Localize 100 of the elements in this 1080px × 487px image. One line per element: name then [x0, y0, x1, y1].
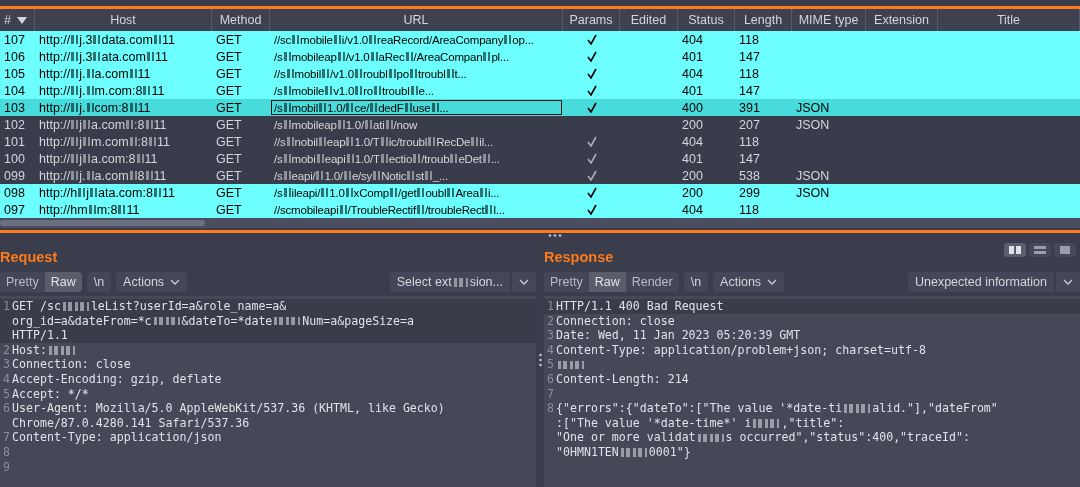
table-row[interactable]: 107 http:// j.3 data.com 11 GET //sc mobile i/v1.0 reaRecord/AreaCompany op... 404 118 [0, 31, 1080, 48]
url-text: op... [512, 33, 534, 46]
code-text: Content-Length: 214 [556, 371, 689, 386]
host-text: ata.com [101, 49, 146, 64]
actions-button[interactable]: Actions [713, 272, 785, 292]
dropdown-caret-button[interactable] [1056, 272, 1080, 292]
table-row[interactable]: 103 http:// j. com:8 11 GET /s mobil 1.0/ ce/ dedF use ... 400 391 JSON [0, 99, 1080, 116]
url-text: /s [274, 84, 283, 97]
redaction-mark [274, 316, 301, 326]
horizontal-scrollbar[interactable] [0, 218, 1080, 228]
host-text: http://h [39, 185, 78, 200]
table-row[interactable]: 105 http:// j. a.com 11 GET //s mobil /v1.0 roubl po troubl t... 404 118 [0, 65, 1080, 82]
column-header[interactable]: Method [212, 9, 270, 31]
redaction-mark [844, 404, 871, 413]
caret-icon [767, 279, 778, 285]
url-text: i/v1.0 [341, 33, 369, 46]
horizontal-drag-handle-icon[interactable] [548, 234, 562, 237]
table-row[interactable]: 097 http://hm m:8 11 GET //scmobileapi /TroubleRectif /troubleRect l... 404 118 [0, 201, 1080, 218]
sort-descending-icon[interactable] [16, 16, 27, 24]
host-text: m:8 [96, 202, 118, 217]
url-text: il... [479, 135, 493, 148]
host-text: 11 [161, 185, 175, 200]
newline-toggle-button[interactable]: \n [86, 272, 112, 292]
redaction-mark [431, 103, 439, 112]
actions-button[interactable]: Actions [116, 272, 188, 292]
table-row[interactable]: 104 http:// j. m.com:8 11 GET /s mobile v1.0 ro troubl e... 401 147 [0, 82, 1080, 99]
message-editor[interactable] [544, 296, 1080, 487]
column-header[interactable]: MIME type [792, 9, 866, 31]
redaction-mark [483, 52, 491, 61]
redaction-mark [504, 35, 512, 44]
message-editor[interactable] [0, 296, 536, 487]
code-text: ,"title": [781, 415, 845, 430]
code-text: 0001"} [648, 444, 691, 459]
redaction-mark [86, 85, 94, 96]
column-header[interactable]: Edited [620, 9, 678, 31]
column-header[interactable]: Host [35, 9, 212, 31]
single-pane-button[interactable] [1054, 243, 1076, 257]
line-number: 5 [546, 357, 555, 372]
redaction-mark [145, 170, 153, 181]
mime-type-cell-text: JSON [795, 184, 831, 201]
redaction-mark [118, 204, 126, 215]
redaction-mark [129, 68, 137, 79]
url-text: ro [363, 84, 373, 97]
split-vertical-button[interactable] [1004, 243, 1026, 257]
host-text: 11 [151, 83, 165, 98]
url-text: ... [490, 152, 500, 165]
url-text: pl... [491, 50, 509, 63]
table-row[interactable]: 106 http:// j.3 ata.com 11 GET /s mobileap /v1.0 aRec /AreaCompan pl... 401 147 [0, 48, 1080, 65]
column-header[interactable]: # [0, 9, 35, 31]
column-header[interactable]: Extension [866, 9, 938, 31]
view-tab[interactable]: Render [625, 272, 679, 292]
url-text: dedF [378, 101, 404, 114]
redaction-mark [78, 187, 86, 198]
code-text: Host: [12, 342, 47, 357]
url-text: RecDe [436, 135, 471, 148]
caret-icon [1063, 279, 1073, 285]
table-row[interactable]: 098 http://h j ata.com:8 11 GET /s ileapi/ 1.0 xComp /get oubl Area i... 200 299 JSON [0, 184, 1080, 201]
status-cell-text: 401 [681, 82, 704, 99]
code-text: :["The value '*date-time*' i [556, 415, 752, 430]
status-cell-text: 400 [681, 99, 704, 116]
url-text: t... [454, 67, 467, 80]
scrollbar-thumb[interactable] [0, 220, 205, 226]
line-number: 2 [546, 313, 555, 329]
redaction-mark [93, 51, 101, 62]
vertical-drag-handle-icon[interactable] [538, 353, 542, 367]
host-text: http:// [39, 151, 71, 166]
url-text: 1.0/ [324, 169, 343, 182]
row-number: 100 [3, 150, 26, 167]
redaction-mark [86, 68, 94, 79]
column-header[interactable]: Status [678, 9, 735, 31]
row-number: 102 [3, 116, 26, 133]
dropdown-caret-button[interactable] [512, 272, 536, 292]
host-text: j [79, 151, 83, 166]
code-text: leList?userId=a&role_name=a& [90, 299, 287, 313]
redaction-mark [71, 34, 79, 45]
line-number: 8 [546, 401, 555, 418]
url-text: 1.0/T [354, 152, 380, 165]
column-header-label: # [4, 13, 11, 27]
split-horizontal-button[interactable] [1029, 243, 1051, 257]
view-tab[interactable]: Pretty [0, 272, 45, 292]
redaction-mark [71, 170, 79, 181]
column-header[interactable]: URL [270, 9, 563, 31]
newline-toggle-button[interactable]: \n [683, 272, 709, 292]
view-tab[interactable]: Raw [44, 272, 82, 292]
url-text: /s [274, 118, 283, 131]
column-header[interactable]: Length [735, 9, 792, 31]
view-tab[interactable]: Raw [588, 272, 626, 292]
row-number: 105 [3, 65, 26, 82]
extension-dropdown[interactable]: Select ext sion... [389, 272, 510, 292]
view-tab[interactable]: Pretty [544, 272, 589, 292]
column-header[interactable]: Params [563, 9, 620, 31]
redaction-mark [558, 360, 584, 370]
column-header[interactable]: Title [938, 9, 1080, 31]
extension-dropdown[interactable]: Unexpected information [907, 272, 1054, 292]
length-cell-text: 118 [738, 65, 760, 82]
url-text: use [412, 101, 431, 114]
selected-url-cell[interactable]: /s mobil 1.0/ ce/ dedF use ... [270, 99, 563, 116]
url-text: mobile [300, 33, 333, 46]
host-text: http:// [39, 117, 71, 132]
url-text: nobil [294, 135, 318, 148]
